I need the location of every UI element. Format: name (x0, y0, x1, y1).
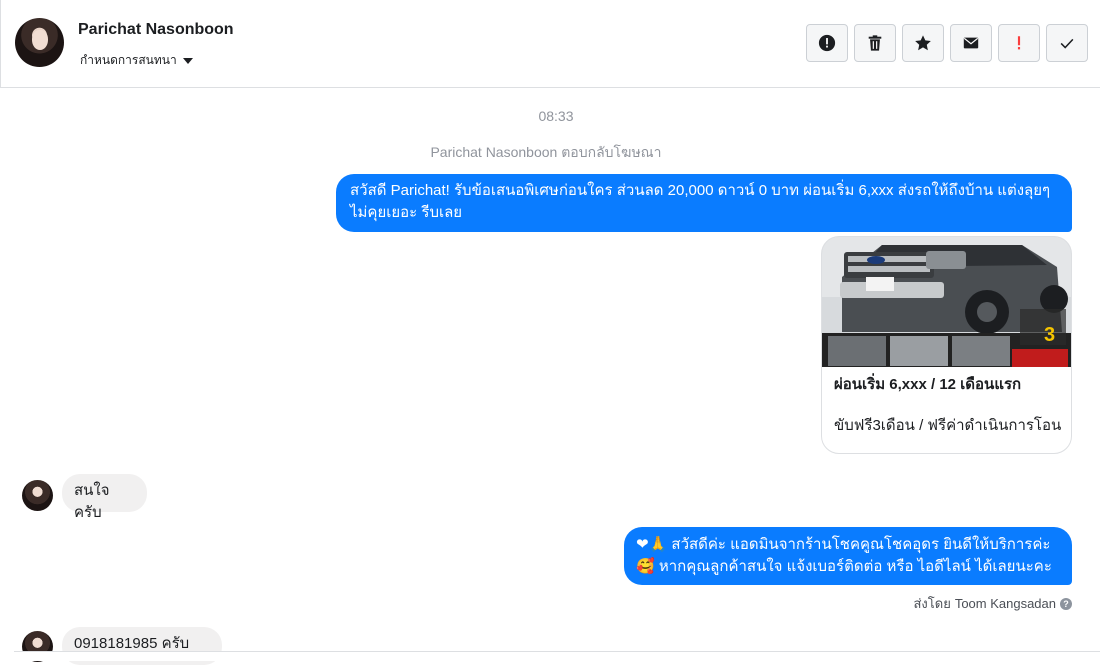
incoming-message[interactable]: สนใจครับ (62, 474, 147, 521)
message-timestamp: 08:33 (538, 108, 574, 124)
report-icon (818, 34, 836, 52)
ad-card-title: ผ่อนเริ่ม 6,xxx / 12 เดือนแรก (834, 376, 1022, 393)
trash-icon (868, 35, 882, 51)
sent-by-line: ส่งโดย Toom Kangsadan ? (913, 593, 1072, 614)
header-actions (806, 24, 1088, 62)
pickup-truck-image: 3 (822, 237, 1071, 367)
envelope-icon (963, 37, 979, 49)
ad-card-image: 3 (822, 237, 1071, 367)
assign-label: กำหนดการสนทนา (80, 53, 177, 67)
message-composer[interactable] (14, 651, 1100, 661)
contact-name[interactable]: Parichat Nasonboon (78, 21, 234, 39)
ad-card[interactable]: 3 ผ่อนเริ่ม 6,xxx / 12 เดือนแรก ขับฟรี3เ… (821, 236, 1072, 454)
ad-card-subtitle: ขับฟรี3เดือน / ฟรีค่าดำเนินการโอน (834, 417, 1062, 434)
outgoing-message[interactable]: สวัสดี Parichat! รับข้อเสนอพิเศษก่อนใคร … (336, 174, 1072, 232)
ad-image-badge: 3 (1044, 324, 1055, 346)
contact-avatar[interactable] (15, 18, 64, 67)
conversation-header: Parichat Nasonboon กำหนดการสนทนา (0, 0, 1100, 88)
star-button[interactable] (902, 24, 944, 62)
check-icon (1060, 38, 1074, 49)
caret-down-icon (182, 57, 193, 64)
sent-by-label: ส่งโดย (913, 596, 951, 611)
contact-avatar-small (22, 480, 53, 511)
exclamation-icon (1017, 36, 1021, 50)
sent-by-name[interactable]: Toom Kangsadan (955, 596, 1056, 611)
assign-conversation-dropdown[interactable]: กำหนดการสนทนา (80, 51, 193, 70)
help-icon[interactable]: ? (1060, 597, 1072, 610)
message-thread[interactable]: 08:33 Parichat Nasonboon ตอบกลับโฆษณา สว… (0, 88, 1100, 665)
outgoing-message[interactable]: ❤🙏 สวัสดีค่ะ แอดมินจากร้านโชคคูณโชคอุดร … (624, 527, 1072, 585)
report-button[interactable] (806, 24, 848, 62)
ad-reply-note: Parichat Nasonboon ตอบกลับโฆษณา (430, 144, 662, 160)
star-icon (915, 35, 931, 51)
mark-unread-button[interactable] (950, 24, 992, 62)
mark-done-button[interactable] (1046, 24, 1088, 62)
spam-button[interactable] (998, 24, 1040, 62)
delete-button[interactable] (854, 24, 896, 62)
